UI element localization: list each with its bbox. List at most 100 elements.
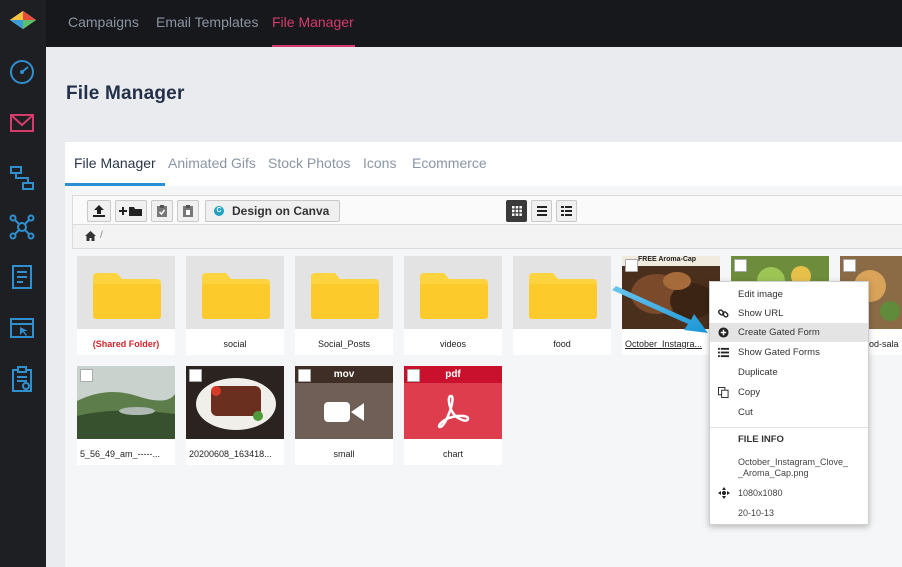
subtab-file-manager[interactable]: File Manager [65,142,165,186]
file-info-dimensions: 1080x1080 [738,488,783,498]
plus-circle-icon [718,327,729,338]
clipboard-delete-button[interactable] [177,200,199,222]
folder-tile-videos[interactable]: videos [404,256,502,355]
delete-clipboard-icon [183,205,193,217]
folder-tile-food[interactable]: food [513,256,611,355]
folder-icon [420,273,488,319]
new-folder-button[interactable] [115,200,147,222]
folder-icon [311,273,379,319]
tile-name: food [553,339,571,349]
subtab-animated-gifs[interactable]: Animated Gifs [168,142,256,186]
tile-name: small [333,449,355,459]
upload-button[interactable] [87,200,111,222]
menu-item-label: Create Gated Form [738,327,820,338]
grid-view-button[interactable] [506,200,527,222]
menu-item-label: Cut [738,407,753,418]
tile-name: 20200608_163418... [189,449,272,459]
tab-file-manager[interactable]: File Manager [272,0,355,47]
thumbnail-overlay-text: FREE Aroma-Cap [638,256,697,263]
select-checkbox[interactable] [843,259,856,272]
select-checkbox[interactable] [407,369,420,382]
detail-view-icon [561,206,572,216]
menu-item-label: Show Gated Forms [738,347,820,358]
pointer-arrow-annotation [612,286,708,333]
app-logo[interactable] [8,8,38,34]
tab-campaigns[interactable]: Campaigns [68,0,139,47]
automation-flow-icon[interactable] [7,163,37,193]
breadcrumb: / [72,225,902,249]
browser-window-icon[interactable] [7,313,37,343]
menu-divider [710,427,868,428]
tile-name: (Shared Folder) [92,339,160,349]
home-icon[interactable] [85,231,96,241]
file-info-heading: FILE INFO [738,434,784,445]
folder-tile-social[interactable]: social [186,256,284,355]
tile-name: social [223,339,247,349]
left-rail [0,0,46,567]
video-camera-icon [324,402,364,422]
subtab-icons[interactable]: Icons [363,142,396,186]
detail-view-button[interactable] [556,200,577,222]
link-icon [718,309,729,318]
image-tile-landscape[interactable]: 5_56_49_am_-----... [77,366,175,465]
grid-view-icon [511,206,522,216]
subtab-ecommerce[interactable]: Ecommerce [412,142,487,186]
select-checkbox[interactable] [80,369,93,382]
breadcrumb-separator: / [100,230,103,241]
dimensions-icon [718,487,730,499]
select-checkbox[interactable] [298,369,311,382]
tile-name: 5_56_49_am_-----... [80,449,161,459]
filename-line-1: October_Instagram_Clove_ [738,457,849,467]
list-view-icon [536,206,547,216]
subtab-stock-photos[interactable]: Stock Photos [268,142,351,186]
tile-name: October_Instagra... [625,339,703,349]
menu-item-edit-image[interactable]: Edit image [710,285,868,304]
folder-icon [202,273,270,319]
design-on-canva-button[interactable]: C Design on Canva [205,200,341,222]
menu-item-show-gated-forms[interactable]: Show Gated Forms [710,343,868,362]
select-checkbox[interactable] [734,259,747,272]
tile-name: videos [439,339,466,349]
tab-email-templates[interactable]: Email Templates [156,0,258,47]
menu-item-label: Duplicate [738,367,778,378]
new-folder-icon [119,207,142,216]
upload-icon [93,205,105,217]
filename-line-2: _Aroma_Cap.png [738,468,809,478]
canva-icon: C [214,206,224,216]
pdf-tile-chart[interactable]: pdf chart [404,366,502,465]
folder-icon [529,273,597,319]
list-view-button[interactable] [531,200,552,222]
folder-icon [93,273,161,319]
image-tile-steak[interactable]: 20200608_163418... [186,366,284,465]
sub-tabs: File Manager Animated Gifs Stock Photos … [65,142,902,186]
tile-name: od-salad [869,339,899,349]
menu-item-copy[interactable]: Copy [710,383,868,402]
folder-tile-social-posts[interactable]: Social_Posts [295,256,393,355]
campaign-mail-icon[interactable] [7,108,37,138]
menu-item-create-gated-form[interactable]: Create Gated Form [710,323,868,342]
top-navigation: Campaigns Email Templates File Manager [46,0,902,47]
select-checkbox[interactable] [189,369,202,382]
clipboard-icon[interactable] [7,364,37,394]
menu-item-cut[interactable]: Cut [710,403,868,422]
menu-item-label: Copy [738,387,761,398]
menu-item-label: Edit image [738,289,783,300]
list-icon [718,347,729,358]
network-icon[interactable] [7,212,37,242]
paste-icon [157,205,167,217]
report-icon[interactable] [7,262,37,292]
tile-name: chart [442,449,463,459]
video-tile-small[interactable]: mov small [295,366,393,465]
folder-tile-shared[interactable]: (Shared Folder) [77,256,175,355]
dashboard-icon[interactable] [7,57,37,87]
copy-icon [718,387,729,398]
paste-button[interactable] [151,200,173,222]
file-toolbar: C Design on Canva [72,195,902,225]
select-checkbox[interactable] [625,259,638,272]
page-title: File Manager [66,83,185,104]
pdf-acrobat-icon [437,394,470,429]
menu-item-duplicate[interactable]: Duplicate [710,363,868,382]
context-menu: Edit image Show URL Create Gated Form Sh… [709,281,869,525]
tile-name: Social_Posts [317,339,371,349]
menu-item-show-url[interactable]: Show URL [710,304,868,323]
